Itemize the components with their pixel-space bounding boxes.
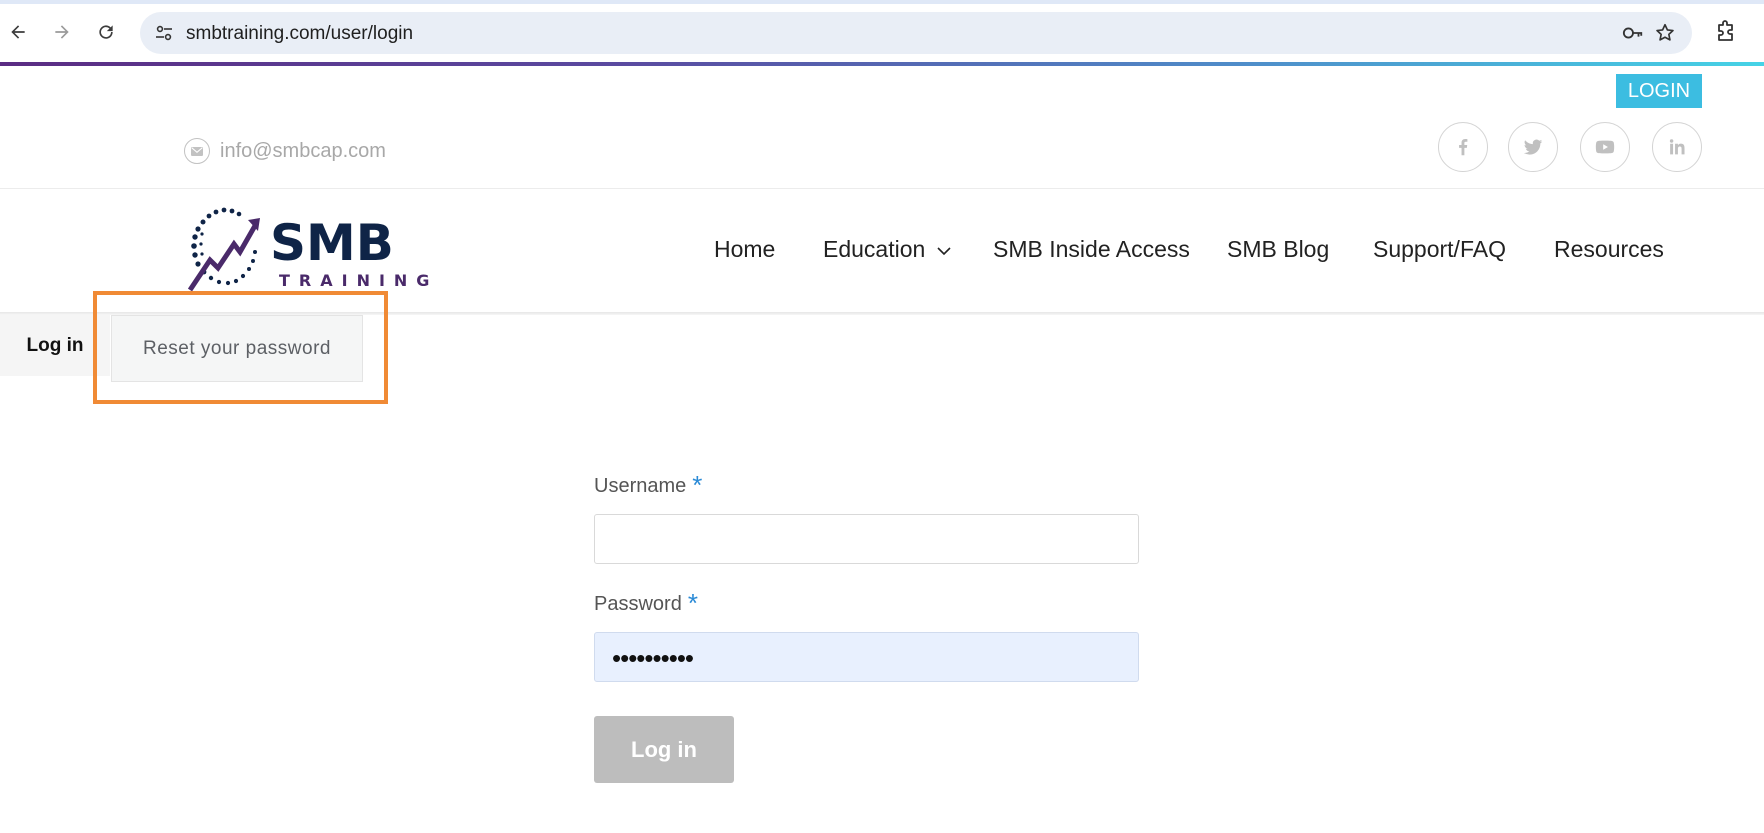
nav-education-label: Education [823, 236, 926, 262]
nav-support-faq[interactable]: Support/FAQ [1373, 236, 1506, 263]
reload-button[interactable] [92, 18, 120, 46]
extensions-puzzle-icon[interactable] [1714, 20, 1738, 44]
email-text[interactable]: info@smbcap.com [220, 140, 386, 163]
back-button[interactable] [4, 18, 32, 46]
url-text[interactable]: smbtraining.com/user/login [186, 23, 413, 45]
required-marker: * [687, 588, 698, 618]
top-login-button[interactable]: LOGIN [1616, 74, 1702, 108]
twitter-icon[interactable] [1508, 122, 1558, 172]
arrow-right-icon [55, 25, 69, 39]
address-bar[interactable]: smbtraining.com/user/login [140, 12, 1692, 54]
chevron-down-icon [937, 247, 951, 256]
required-marker: * [692, 470, 703, 500]
facebook-icon[interactable] [1438, 122, 1488, 172]
password-key-icon[interactable] [1622, 23, 1644, 43]
log-in-button[interactable]: Log in [594, 716, 734, 783]
nav-home[interactable]: Home [714, 236, 775, 263]
password-label: Password * [594, 588, 698, 619]
contact-email[interactable]: info@smbcap.com [184, 138, 386, 164]
arrow-left-icon [11, 25, 25, 39]
nav-smb-inside-access[interactable]: SMB Inside Access [993, 236, 1190, 263]
nav-education[interactable]: Education [823, 236, 951, 263]
tab-strip-edge [0, 0, 1764, 4]
youtube-icon[interactable] [1580, 122, 1630, 172]
username-field[interactable] [594, 514, 1139, 564]
site-settings-icon[interactable] [154, 23, 174, 43]
forward-button[interactable] [48, 18, 76, 46]
nav-smb-blog[interactable]: SMB Blog [1227, 236, 1329, 263]
password-label-text: Password [594, 593, 682, 615]
bookmark-star-icon[interactable] [1654, 22, 1676, 44]
reload-icon [99, 25, 113, 39]
linkedin-icon[interactable] [1652, 122, 1702, 172]
username-label-text: Username [594, 475, 687, 497]
nav-resources[interactable]: Resources [1554, 236, 1664, 263]
highlight-annotation-box [93, 291, 388, 404]
topbar-divider [0, 188, 1764, 189]
browser-toolbar: smbtraining.com/user/login [0, 0, 1764, 64]
logo-training-text: TRAINING [279, 271, 432, 290]
username-label: Username * [594, 470, 702, 501]
brand-gradient-line [0, 62, 1764, 66]
password-masked-value: •••••••••• [612, 643, 694, 673]
smb-training-logo[interactable]: SMB TRAINING [182, 204, 432, 292]
logo-smb-text: SMB [270, 214, 394, 272]
envelope-icon [184, 138, 210, 164]
